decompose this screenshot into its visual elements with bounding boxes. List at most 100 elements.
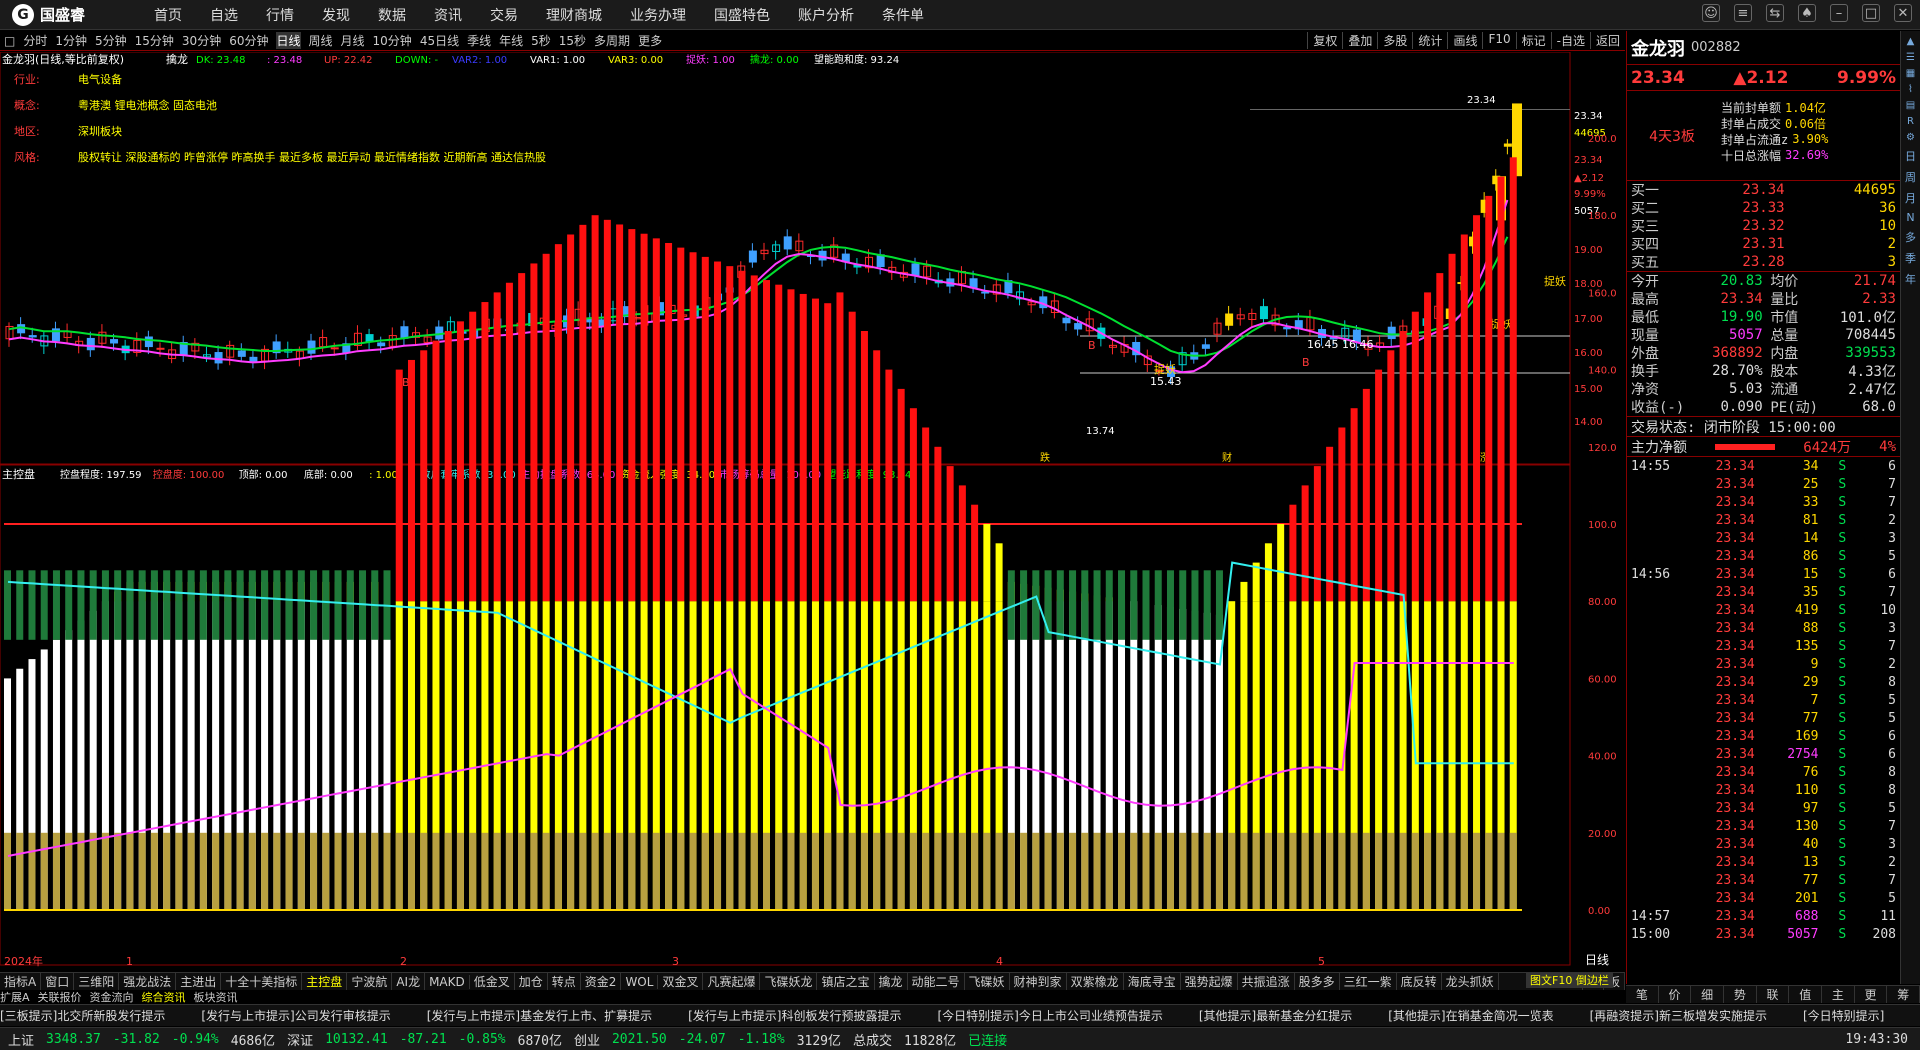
indicator-tab-13[interactable]: 资金2 xyxy=(581,973,622,990)
menu-item-1[interactable]: 自选 xyxy=(210,5,238,25)
app-logo[interactable]: G 国盛睿 xyxy=(0,3,140,26)
toolbar-btn-4[interactable]: 画线 xyxy=(1447,32,1482,49)
period-9[interactable]: 10分钟 xyxy=(373,32,412,49)
news-item[interactable]: [发行与上市提示]公司发行审核提示 xyxy=(201,1007,390,1024)
indicator-tab-19[interactable]: 擒龙 xyxy=(875,973,908,990)
maximize-icon[interactable]: □ xyxy=(1862,4,1880,22)
up-arrow-icon[interactable]: ▲ xyxy=(1901,36,1920,47)
close-icon[interactable]: ✕ xyxy=(1894,4,1912,22)
quote-tab-4[interactable]: 联 xyxy=(1757,986,1790,1003)
menu-item-8[interactable]: 业务办理 xyxy=(630,5,686,25)
menu-item-10[interactable]: 账户分析 xyxy=(798,5,854,25)
period-14[interactable]: 15秒 xyxy=(559,32,586,49)
indicator-tab-28[interactable]: 三红一紫 xyxy=(1340,973,1397,990)
menu-item-9[interactable]: 国盛特色 xyxy=(714,5,770,25)
indicator-tab-20[interactable]: 动能二号 xyxy=(908,973,965,990)
side-period-4[interactable]: 多 xyxy=(1901,229,1920,245)
period-8[interactable]: 月线 xyxy=(341,32,365,49)
rsi-icon[interactable]: R xyxy=(1901,116,1920,127)
period-10[interactable]: 45日线 xyxy=(420,32,459,49)
menu-item-6[interactable]: 交易 xyxy=(490,5,518,25)
indicator-tab-7[interactable]: 宁波航 xyxy=(347,973,393,990)
indicator-tab-9[interactable]: MAKD xyxy=(425,974,470,989)
period-5[interactable]: 60分钟 xyxy=(229,32,268,49)
indicator-tab-12[interactable]: 转点 xyxy=(548,973,581,990)
toolbar-btn-6[interactable]: 标记 xyxy=(1515,32,1551,49)
indicator-tab-1[interactable]: 窗口 xyxy=(41,973,75,990)
menu-item-2[interactable]: 行情 xyxy=(266,5,294,25)
indicator-tab-8[interactable]: AI龙 xyxy=(392,973,426,990)
menu-icon[interactable]: ≡ xyxy=(1734,4,1752,22)
toolbar-btn-7[interactable]: -自选 xyxy=(1550,32,1590,49)
toolbar-btn-5[interactable]: F10 xyxy=(1482,32,1515,49)
sub-tab-2[interactable]: 资金流向 xyxy=(90,989,134,1005)
period-11[interactable]: 季线 xyxy=(467,32,491,49)
menu-item-0[interactable]: 首页 xyxy=(154,5,182,25)
restore-icon[interactable]: ⇆ xyxy=(1766,4,1784,22)
side-period-5[interactable]: 季 xyxy=(1901,250,1920,266)
period-0[interactable]: 分时 xyxy=(23,32,47,49)
bid-row[interactable]: 买一 23.34 44695 xyxy=(1627,181,1900,199)
news-item[interactable]: [其他提示]在销基金简况一览表 xyxy=(1388,1007,1553,1024)
indicator-tab-16[interactable]: 凡赛起爆 xyxy=(703,973,761,990)
f10-label[interactable]: 图文F10 倒边栏 xyxy=(1526,972,1613,988)
news-item[interactable]: [其他提示]最新基金分红提示 xyxy=(1199,1007,1352,1024)
news-item[interactable]: [今日特别提示]今日上市公司业绩预告提示 xyxy=(938,1007,1163,1024)
indicator-tab-30[interactable]: 龙头抓妖 xyxy=(1442,973,1499,990)
period-3[interactable]: 15分钟 xyxy=(135,32,174,49)
news-item[interactable]: [发行与上市提示]基金发行上市、扩募提示 xyxy=(427,1007,652,1024)
period-7[interactable]: 周线 xyxy=(309,32,333,49)
quote-tab-0[interactable]: 笔 xyxy=(1626,986,1659,1003)
quote-tab-7[interactable]: 更 xyxy=(1855,986,1888,1003)
side-period-2[interactable]: 月 xyxy=(1901,190,1920,206)
toolbar-btn-0[interactable]: 复权 xyxy=(1307,32,1342,49)
menu-item-5[interactable]: 资讯 xyxy=(434,5,462,25)
indicator-tab-22[interactable]: 财神到家 xyxy=(1010,973,1067,990)
indicator-tab-26[interactable]: 共振追涨 xyxy=(1238,973,1295,990)
menu-item-11[interactable]: 条件单 xyxy=(882,5,924,25)
connection-status[interactable]: 已连接 xyxy=(968,1030,1007,1049)
list-icon[interactable]: ☰ xyxy=(1901,52,1920,63)
side-period-1[interactable]: 周 xyxy=(1901,169,1920,185)
indicator-tab-5[interactable]: 十全十美指标 xyxy=(221,973,303,990)
quote-tab-6[interactable]: 主 xyxy=(1822,986,1855,1003)
bid-row[interactable]: 买四 23.31 2 xyxy=(1627,235,1900,253)
panel-toggle-icon[interactable]: □ xyxy=(4,34,15,48)
period-6[interactable]: 日线 xyxy=(276,32,301,49)
chart-icon[interactable]: ⌇ xyxy=(1901,84,1920,95)
indicator-tab-23[interactable]: 双紫橡龙 xyxy=(1067,973,1124,990)
event-marker[interactable]: 跌 xyxy=(1040,451,1050,464)
news-item[interactable]: [再融资提示]新三板增发实施提示 xyxy=(1590,1007,1767,1024)
quote-tab-1[interactable]: 价 xyxy=(1659,986,1692,1003)
indicator-tab-29[interactable]: 底反转 xyxy=(1397,973,1442,990)
toolbar-btn-2[interactable]: 多股 xyxy=(1377,32,1412,49)
sub-tab-4[interactable]: 板块资讯 xyxy=(194,989,238,1005)
minimize-icon[interactable]: – xyxy=(1830,4,1848,22)
side-period-0[interactable]: 日 xyxy=(1901,148,1920,164)
quote-tab-3[interactable]: 势 xyxy=(1724,986,1757,1003)
indicator-tab-14[interactable]: WOL xyxy=(621,974,659,989)
bid-row[interactable]: 买三 23.32 10 xyxy=(1627,217,1900,235)
news-icon[interactable]: ▤ xyxy=(1901,100,1920,111)
quote-tab-2[interactable]: 细 xyxy=(1691,986,1725,1003)
indicator-tab-6[interactable]: 主控盘 xyxy=(302,973,348,990)
period-16[interactable]: 更多 xyxy=(638,32,662,49)
toolbar-btn-8[interactable]: 返回 xyxy=(1589,32,1625,49)
news-item[interactable]: [三板提示]北交所新股发行提示 xyxy=(0,1007,165,1024)
grid-icon[interactable]: ▦ xyxy=(1901,68,1920,79)
period-13[interactable]: 5秒 xyxy=(531,32,551,49)
menu-item-3[interactable]: 发现 xyxy=(322,5,350,25)
indicator-tab-25[interactable]: 强势起爆 xyxy=(1181,973,1238,990)
indicator-tab-4[interactable]: 主进出 xyxy=(176,973,222,990)
indicator-tab-17[interactable]: 飞碟妖龙 xyxy=(760,973,818,990)
side-period-6[interactable]: 年 xyxy=(1901,271,1920,287)
indicator-tab-24[interactable]: 海底寻宝 xyxy=(1124,973,1181,990)
message-icon[interactable]: ☺ xyxy=(1702,4,1720,22)
indicator-tab-0[interactable]: 指标A xyxy=(0,973,42,990)
toolbar-btn-1[interactable]: 叠加 xyxy=(1342,32,1377,49)
period-15[interactable]: 多周期 xyxy=(594,32,630,49)
chart-area[interactable]: 金龙羽(日线,等比前复权) 擒龙 DK: 23.48: 23.48 UP: 22.42… xyxy=(0,52,1625,972)
period-1[interactable]: 1分钟 xyxy=(55,32,87,49)
sub-tab-1[interactable]: 关联报价 xyxy=(38,989,82,1005)
indicator-tab-27[interactable]: 股多多 xyxy=(1295,973,1340,990)
